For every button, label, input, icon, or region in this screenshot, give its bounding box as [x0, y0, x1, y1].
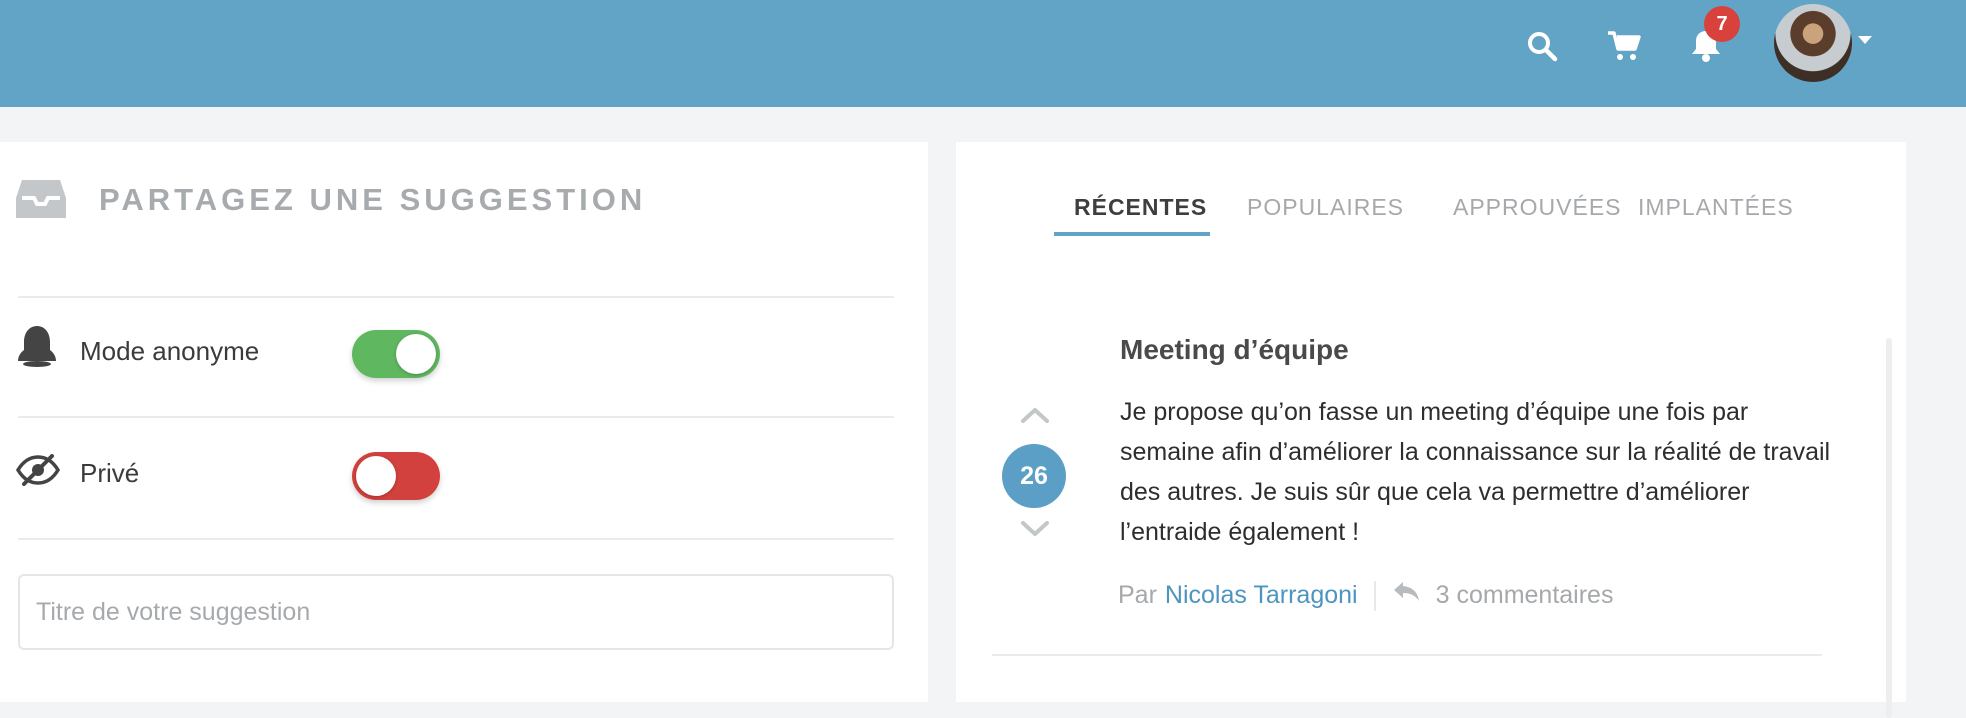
- tab-recentes[interactable]: RÉCENTES: [1074, 194, 1207, 221]
- post-body: Je propose qu’on fasse un meeting d’équi…: [1120, 398, 1831, 546]
- downvote-icon[interactable]: [1020, 520, 1050, 543]
- comments-link[interactable]: 3 commentaires: [1436, 581, 1614, 610]
- upvote-icon[interactable]: [1020, 406, 1050, 429]
- suggestion-title-input[interactable]: [18, 574, 894, 650]
- divider: [992, 654, 1822, 656]
- post-meta: Par Nicolas Tarragoni 3 commentaires: [1118, 580, 1613, 611]
- cart-icon[interactable]: [1600, 22, 1648, 70]
- tab-implantees[interactable]: IMPLANTÉES: [1638, 194, 1794, 221]
- post-title[interactable]: Meeting d’équipe: [1120, 334, 1349, 366]
- notification-badge: 7: [1704, 6, 1740, 42]
- panel-title: PARTAGEZ UNE SUGGESTION: [99, 182, 647, 217]
- chevron-down-icon[interactable]: [1858, 36, 1872, 46]
- tab-approuvees[interactable]: APPROUVÉES: [1453, 194, 1622, 221]
- inbox-icon: [16, 178, 66, 225]
- private-label: Privé: [80, 458, 140, 488]
- divider: [18, 416, 894, 418]
- vote-count: 26: [1002, 444, 1066, 508]
- private-toggle[interactable]: [352, 452, 440, 500]
- by-label: Par: [1118, 581, 1157, 609]
- share-suggestion-panel: PARTAGEZ UNE SUGGESTION Mode anonyme Pri…: [0, 142, 928, 702]
- author-link[interactable]: Nicolas Tarragoni: [1165, 581, 1358, 610]
- eye-slash-icon: [15, 454, 61, 491]
- scrollbar[interactable]: [1886, 338, 1892, 718]
- reply-icon: [1392, 580, 1422, 611]
- divider: [18, 538, 894, 540]
- active-tab-indicator: [1054, 232, 1210, 236]
- meta-separator: [1373, 580, 1376, 611]
- anonymous-mode-toggle[interactable]: [352, 330, 440, 378]
- ghost-icon: [16, 324, 58, 373]
- top-navbar: 7: [0, 0, 1966, 107]
- anonymous-mode-label: Mode anonyme: [80, 336, 260, 366]
- search-icon[interactable]: [1518, 22, 1566, 70]
- divider: [18, 296, 894, 298]
- tab-populaires[interactable]: POPULAIRES: [1247, 194, 1404, 221]
- avatar[interactable]: [1774, 4, 1852, 82]
- suggestions-panel: RÉCENTES POPULAIRES APPROUVÉES IMPLANTÉE…: [956, 142, 1906, 718]
